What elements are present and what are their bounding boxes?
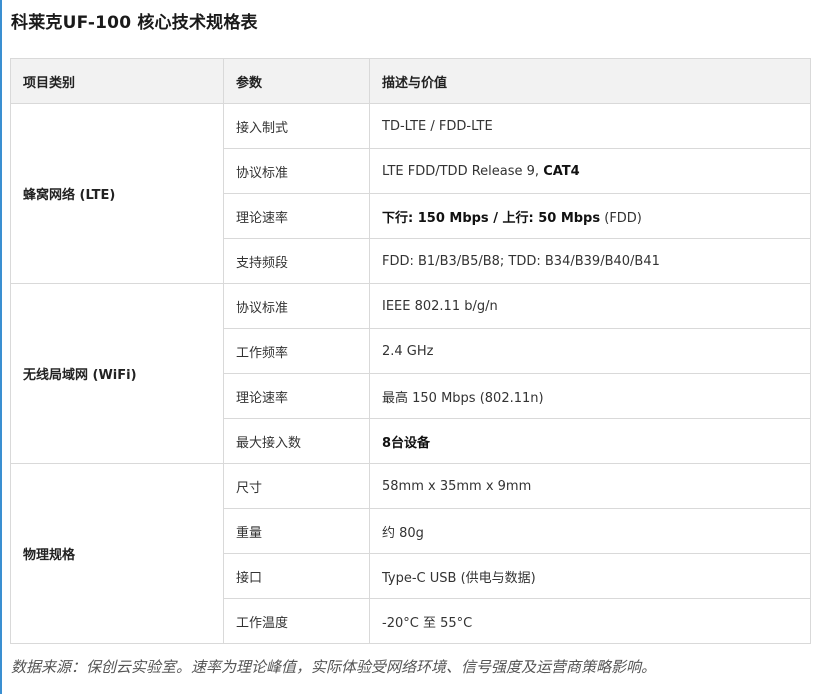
param-cell: 工作温度 [223, 598, 370, 644]
desc-text: 最高 150 Mbps (802.11n) [382, 390, 544, 406]
desc-cell: 8台设备 [369, 418, 811, 464]
category-cell: 蜂窝网络 (LTE) [10, 103, 224, 284]
param-cell: 接入制式 [223, 103, 370, 149]
param-cell: 工作频率 [223, 328, 370, 374]
desc-cell: -20°C 至 55°C [369, 598, 811, 644]
desc-text: IEEE 802.11 b/g/n [382, 298, 498, 314]
desc-cell: LTE FDD/TDD Release 9, CAT4 [369, 148, 811, 194]
param-cell: 尺寸 [223, 463, 370, 509]
desc-cell: 最高 150 Mbps (802.11n) [369, 373, 811, 419]
spec-table: 项目类别 参数 描述与价值 蜂窝网络 (LTE) 接入制式 TD-LTE / FDD… [10, 58, 811, 644]
param-cell: 理论速率 [223, 373, 370, 419]
param-cell: 支持频段 [223, 238, 370, 284]
left-accent-bar [0, 0, 2, 694]
desc-cell: 约 80g [369, 508, 811, 554]
table-row: 蜂窝网络 (LTE) 接入制式 TD-LTE / FDD-LTE [10, 103, 811, 284]
desc-text: 2.4 GHz [382, 343, 434, 359]
desc-text: LTE FDD/TDD Release 9, [382, 163, 544, 179]
desc-text: 58mm x 35mm x 9mm [382, 478, 532, 494]
desc-text: TD-LTE / FDD-LTE [382, 118, 493, 134]
desc-text: FDD: B1/B3/B5/B8; TDD: B34/B39/B40/B41 [382, 253, 660, 269]
param-cell: 协议标准 [223, 283, 370, 329]
desc-cell: TD-LTE / FDD-LTE [369, 103, 811, 149]
desc-cell: FDD: B1/B3/B5/B8; TDD: B34/B39/B40/B41 [369, 238, 811, 284]
desc-highlight: 下行: 150 Mbps / 上行: 50 Mbps [382, 210, 601, 226]
desc-cell: 下行: 150 Mbps / 上行: 50 Mbps (FDD) [369, 193, 811, 239]
footnote: 数据来源：保创云实验室。速率为理论峰值，实际体验受网络环境、信号强度及运营商策略… [11, 658, 657, 676]
param-cell: 重量 [223, 508, 370, 554]
param-cell: 接口 [223, 553, 370, 599]
header-param: 参数 [223, 58, 370, 104]
desc-cell: 58mm x 35mm x 9mm [369, 463, 811, 509]
desc-cell: Type-C USB (供电与数据) [369, 553, 811, 599]
desc-cell: IEEE 802.11 b/g/n [369, 283, 811, 329]
desc-highlight: 8台设备 [382, 435, 431, 451]
table-row: 无线局域网 (WiFi) 协议标准 IEEE 802.11 b/g/n [10, 283, 811, 464]
param-cell: 理论速率 [223, 193, 370, 239]
desc-text: Type-C USB (供电与数据) [382, 570, 536, 586]
param-cell: 最大接入数 [223, 418, 370, 464]
desc-cell: 2.4 GHz [369, 328, 811, 374]
table-header-row: 项目类别 参数 描述与价值 [10, 58, 811, 104]
header-category: 项目类别 [10, 58, 224, 104]
page-title: 科莱克UF-100 核心技术规格表 [11, 13, 258, 33]
category-cell: 无线局域网 (WiFi) [10, 283, 224, 464]
desc-text: -20°C 至 55°C [382, 615, 473, 631]
table-row: 物理规格 尺寸 58mm x 35mm x 9mm [10, 463, 811, 644]
category-cell: 物理规格 [10, 463, 224, 644]
param-cell: 协议标准 [223, 148, 370, 194]
desc-text: 约 80g [382, 525, 424, 541]
header-desc: 描述与价值 [369, 58, 811, 104]
desc-highlight: CAT4 [543, 163, 580, 179]
desc-text: (FDD) [600, 210, 642, 226]
